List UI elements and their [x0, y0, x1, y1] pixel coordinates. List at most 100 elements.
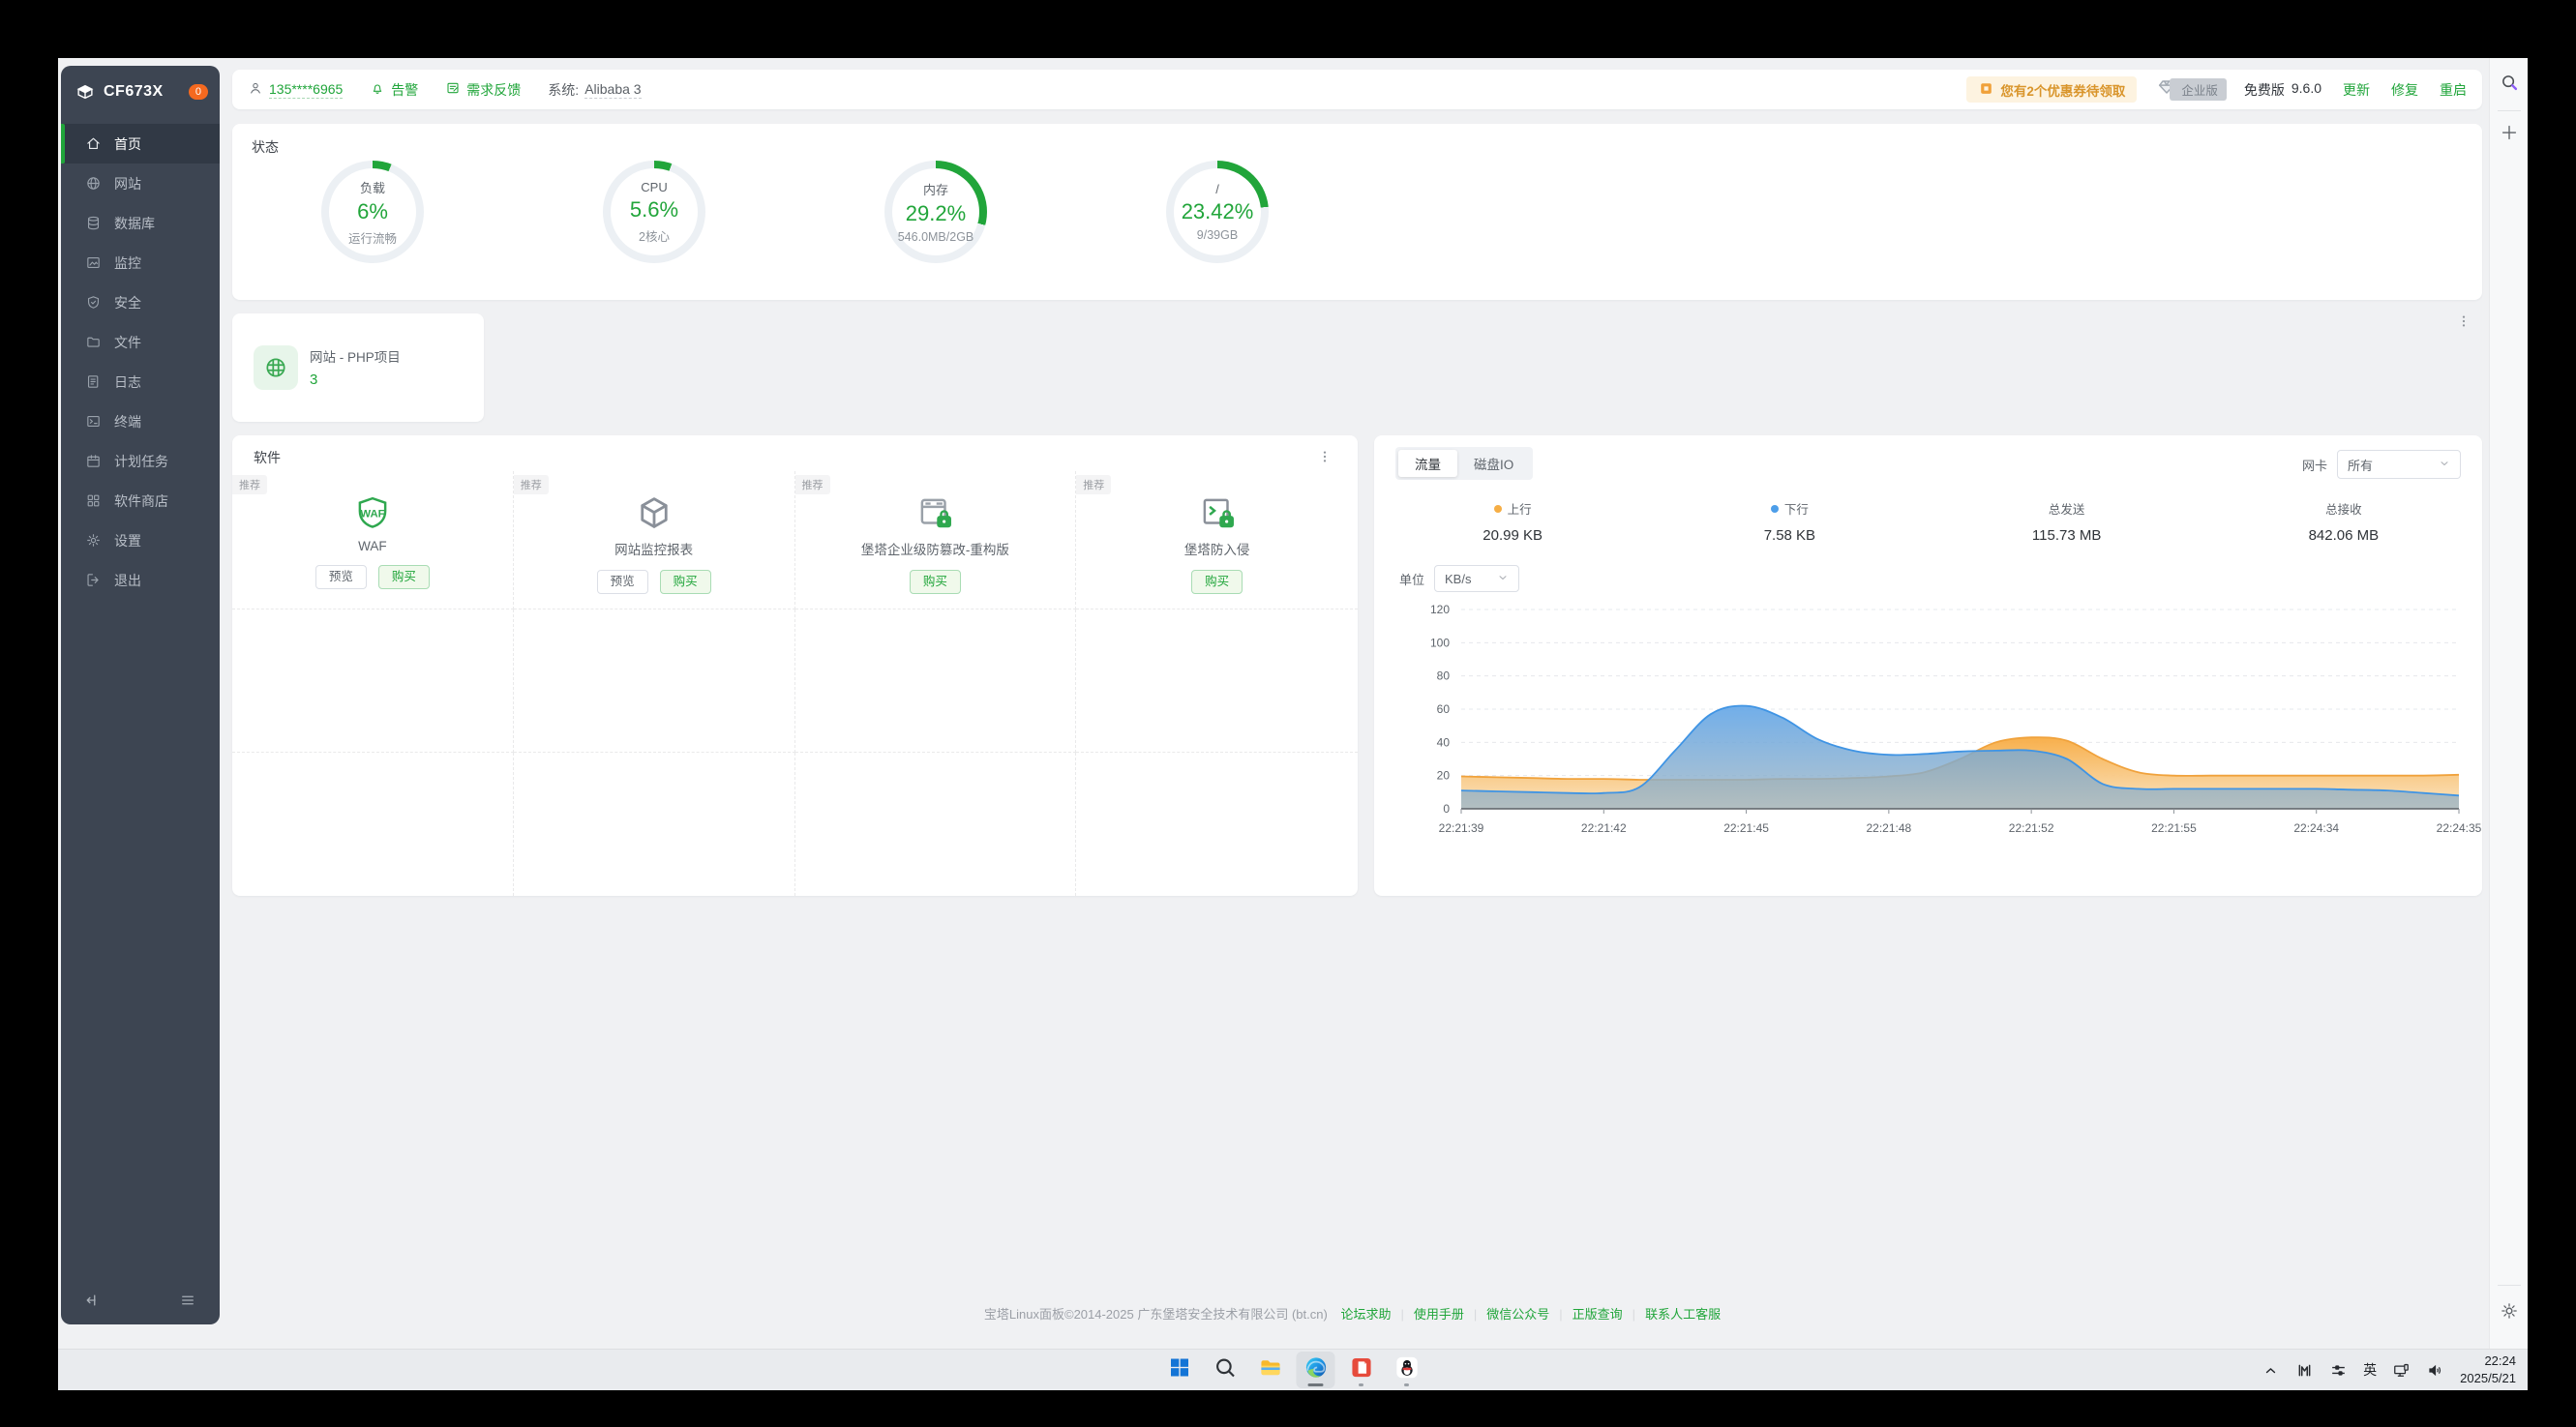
home-more-menu[interactable]: [2456, 313, 2471, 334]
alarm-link[interactable]: 告警: [370, 80, 418, 100]
sidebar-item-label: 文件: [114, 333, 141, 352]
svg-text:22:21:39: 22:21:39: [1439, 821, 1484, 835]
footer-link-3[interactable]: 微信公众号: [1486, 1307, 1549, 1322]
buy-button[interactable]: 购买: [910, 570, 961, 594]
database-icon: [85, 215, 102, 231]
footer-link-5[interactable]: 联系人工客服: [1645, 1307, 1721, 1322]
preview-button[interactable]: 预览: [597, 570, 648, 594]
sidebar-item-logout[interactable]: 退出: [61, 560, 220, 600]
taskbar-office-app[interactable]: [1342, 1352, 1381, 1388]
tray-m-badge-icon[interactable]: [2295, 1361, 2314, 1380]
software-name[interactable]: WAF: [358, 539, 387, 553]
nic-label: 网卡: [2302, 456, 2327, 474]
software-cell-empty: [232, 609, 514, 753]
sidebar-item-folder[interactable]: 文件: [61, 322, 220, 362]
cube-icon: [634, 492, 674, 535]
unit-selector: 单位 KB/s: [1399, 565, 1519, 592]
gauge-value: 29.2%: [906, 201, 966, 226]
sidebar-item-label: 设置: [114, 531, 141, 550]
sidebar-menu: 首页 网站 数据库 监控 安全 文件 日志 终端 计划任务 软件商店: [61, 124, 220, 600]
recommend-tag: 推荐: [514, 475, 549, 494]
sidebar-item-home[interactable]: 首页: [61, 124, 220, 164]
message-count-badge[interactable]: 0: [189, 84, 208, 100]
gauge-value: 5.6%: [630, 197, 678, 223]
sidebar-item-globe[interactable]: 网站: [61, 164, 220, 203]
buy-button[interactable]: 购买: [1191, 570, 1243, 594]
system-os[interactable]: Alibaba 3: [584, 81, 641, 99]
sidebar-item-database[interactable]: 数据库: [61, 203, 220, 243]
taskbar-file-explorer[interactable]: [1251, 1352, 1290, 1388]
preview-button[interactable]: 预览: [315, 565, 367, 589]
feedback-icon: [445, 80, 461, 99]
red-doc-icon: [1348, 1354, 1374, 1385]
coupon-banner[interactable]: 您有2个优惠券待领取: [1966, 76, 2137, 103]
update-button[interactable]: 更新: [2343, 80, 2370, 100]
footer-link-4[interactable]: 正版查询: [1573, 1307, 1623, 1322]
footer-link-2[interactable]: 使用手册: [1414, 1307, 1464, 1322]
collapse-sidebar-icon[interactable]: [82, 1292, 100, 1309]
site-php-card[interactable]: 网站 - PHP项目 3: [232, 313, 484, 422]
software-cell: 推荐 WAF WAF 预览购买: [232, 471, 514, 609]
nic-select[interactable]: 所有: [2337, 450, 2461, 479]
restart-button[interactable]: 重启: [2440, 80, 2467, 100]
logo-row[interactable]: CF673X 0: [61, 66, 220, 112]
browser-side-rail: [2489, 58, 2528, 1349]
taskbar-qq[interactable]: [1388, 1352, 1426, 1388]
menu-list-icon[interactable]: [179, 1292, 196, 1309]
feedback-link[interactable]: 需求反馈: [445, 80, 521, 100]
sidebar-item-schedule[interactable]: 计划任务: [61, 441, 220, 481]
svg-text:80: 80: [1437, 669, 1451, 683]
user-icon: [248, 80, 263, 99]
buy-button[interactable]: 购买: [378, 565, 430, 589]
window-lock-icon: [914, 492, 955, 535]
status-gauge-2: 内存 29.2% 546.0MB/2GB: [884, 161, 987, 263]
gauge-sub: 2核心: [639, 226, 670, 245]
sidebar-item-store[interactable]: 软件商店: [61, 481, 220, 520]
recommend-tag: 推荐: [1076, 475, 1111, 494]
plan-upgrade[interactable]: 企业版: [2156, 76, 2227, 103]
tray-display-icon[interactable]: [2392, 1361, 2411, 1380]
traffic-stat: 下行 7.58 KB: [1651, 499, 1928, 544]
footer-link-1[interactable]: 论坛求助: [1340, 1307, 1391, 1322]
svg-text:22:24:35: 22:24:35: [2437, 821, 2482, 835]
user-account[interactable]: 135****6965: [248, 80, 343, 99]
sidebar-item-log[interactable]: 日志: [61, 362, 220, 401]
software-name[interactable]: 堡塔企业级防篡改-重构版: [861, 539, 1009, 558]
tray-chevron-up-icon[interactable]: [2261, 1361, 2280, 1380]
site-count[interactable]: 3: [310, 372, 317, 388]
add-icon[interactable]: [2499, 122, 2520, 143]
sidebar-item-terminal[interactable]: 终端: [61, 401, 220, 441]
taskbar-search[interactable]: [1206, 1352, 1244, 1388]
software-name[interactable]: 网站监控报表: [614, 539, 693, 558]
sidebar-item-monitor[interactable]: 监控: [61, 243, 220, 282]
tray-speaker-icon[interactable]: [2426, 1361, 2444, 1380]
clock[interactable]: 22:242025/5/21: [2460, 1353, 2516, 1386]
sidebar-item-settings[interactable]: 设置: [61, 520, 220, 560]
system-tray: 英 22:242025/5/21: [2261, 1350, 2516, 1390]
unit-select[interactable]: KB/s: [1434, 565, 1519, 592]
tab-流量[interactable]: 流量: [1398, 450, 1457, 477]
software-more-menu[interactable]: [1317, 449, 1333, 469]
traffic-stats: 上行 20.99 KB下行 7.58 KB总发送 115.73 MB总接收 84…: [1374, 499, 2482, 544]
buy-button[interactable]: 购买: [660, 570, 711, 594]
win-icon: [1166, 1354, 1192, 1385]
settings-gear-icon[interactable]: [2499, 1300, 2520, 1322]
globe-icon: [85, 175, 102, 192]
ime-indicator[interactable]: 英: [2363, 1360, 2377, 1380]
svg-text:22:24:34: 22:24:34: [2293, 821, 2339, 835]
sidebar-item-shield[interactable]: 安全: [61, 282, 220, 322]
store-icon: [85, 492, 102, 509]
status-gauge-3: / 23.42% 9/39GB: [1166, 161, 1269, 263]
tab-磁盘IO[interactable]: 磁盘IO: [1457, 450, 1530, 477]
user-phone[interactable]: 135****6965: [269, 81, 343, 99]
taskbar-edge-browser[interactable]: [1297, 1352, 1335, 1388]
schedule-icon: [85, 453, 102, 469]
search-icon[interactable]: [2499, 72, 2520, 93]
software-name[interactable]: 堡塔防入侵: [1184, 539, 1250, 558]
repair-button[interactable]: 修复: [2391, 80, 2418, 100]
svg-text:22:21:55: 22:21:55: [2151, 821, 2197, 835]
svg-text:22:21:52: 22:21:52: [2009, 821, 2054, 835]
software-card: 软件 推荐 WAF WAF 预览购买推荐 网站监控报表 预览购买推荐 堡塔企业级…: [232, 435, 1358, 896]
tray-sliders-icon[interactable]: [2329, 1361, 2348, 1380]
taskbar-start[interactable]: [1160, 1352, 1199, 1388]
